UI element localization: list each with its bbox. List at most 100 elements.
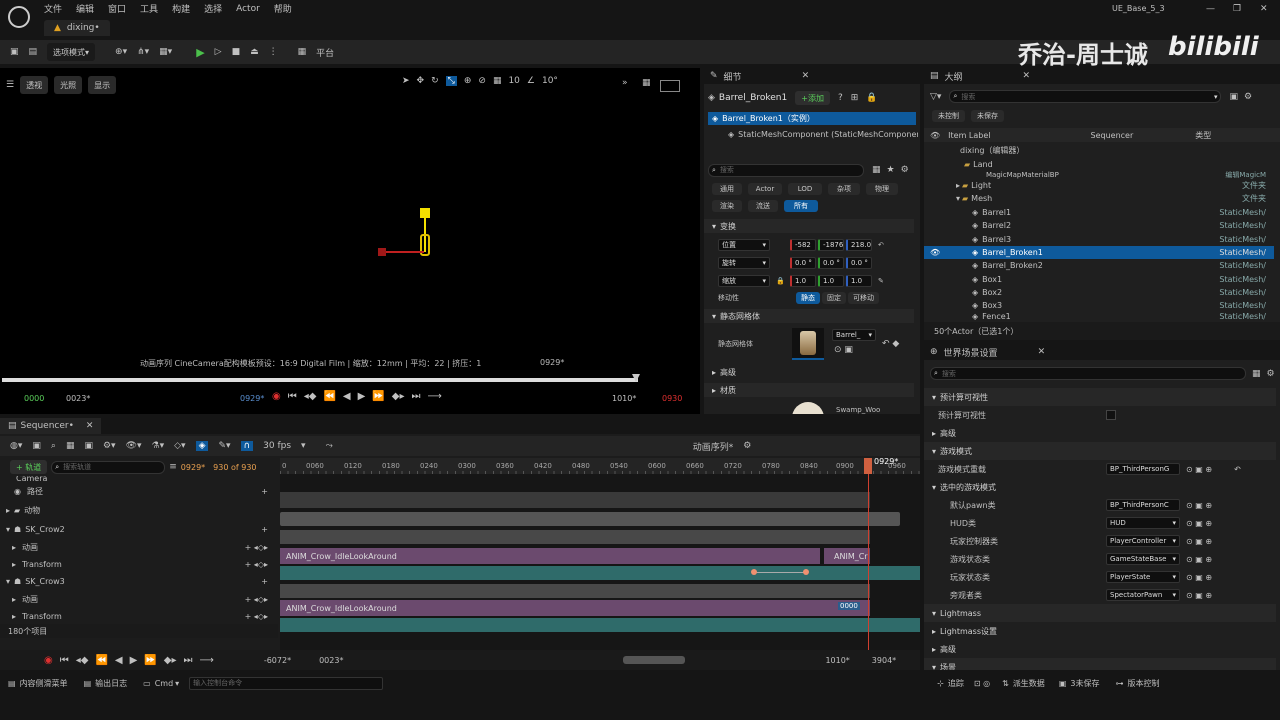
seq-step-back-icon[interactable]: ⏪	[95, 655, 107, 666]
loop-icon[interactable]: ⟶	[427, 391, 441, 402]
track-key-icons[interactable]: + ◂◇▸	[245, 595, 268, 604]
transform-bar-2[interactable]	[280, 618, 920, 632]
timeline-scrollbar[interactable]	[623, 656, 686, 664]
step-forward-icon[interactable]: ⏩	[372, 391, 384, 402]
filter-all[interactable]: 所有	[784, 200, 818, 212]
derived-data-button[interactable]: 派生数据	[1013, 678, 1045, 689]
stop-icon[interactable]: ■	[232, 47, 241, 57]
grid-snap-icon[interactable]: ▦	[493, 76, 502, 86]
add-track-button[interactable]: + 轨道	[10, 460, 48, 474]
controller-dropdown[interactable]: PlayerController ▾	[1106, 535, 1180, 547]
eye-icon[interactable]: 👁	[924, 248, 972, 257]
section-header[interactable]: ▾ Lightmass	[924, 604, 1276, 622]
seq-curve-icon[interactable]: ⤳	[326, 441, 333, 451]
surface-snap-icon[interactable]: ⊘	[478, 76, 486, 86]
playerstate-dropdown[interactable]: PlayerState ▾	[1106, 571, 1180, 583]
seq-to-start-icon[interactable]: ⏮	[60, 655, 69, 666]
time-ruler[interactable]: 0 0060 0120 0180 0240 0300 0360 0420 048…	[280, 458, 920, 474]
track-add-icon[interactable]: +	[261, 487, 268, 496]
status-icons[interactable]: ⊡ ◎	[974, 679, 990, 688]
component-instance[interactable]: ◈ Barrel_Broken1（实例）	[708, 112, 916, 125]
close-window-icon[interactable]: ✕	[1260, 4, 1268, 14]
transform-bar-1[interactable]	[280, 566, 920, 580]
minimize-icon[interactable]: —	[1206, 4, 1215, 14]
crow3-bar[interactable]	[280, 584, 870, 598]
mesh-thumbnail[interactable]	[792, 328, 824, 360]
actor-name[interactable]: Barrel_Broken1	[719, 93, 787, 103]
seq-camera-icon[interactable]: ▣	[84, 441, 93, 451]
tree-row[interactable]: ◈ Box2 StaticMesh/	[924, 286, 1274, 299]
cmd-dropdown[interactable]: Cmd	[155, 679, 173, 688]
row-actions-icon[interactable]: ⊙ ▣ ⊕	[1186, 573, 1212, 582]
platform-label[interactable]: 平台	[316, 46, 334, 59]
tree-row[interactable]: ▰ Land	[924, 157, 1274, 170]
rot-y[interactable]: 0.0 °	[818, 257, 844, 269]
track-filter-icon[interactable]: ≡	[169, 462, 177, 472]
scale-x[interactable]: 1.0	[790, 275, 816, 287]
track-search[interactable]: ⌕ 搜索轨道	[51, 460, 166, 474]
seq-playback-icon[interactable]: ⚙▾	[103, 441, 116, 451]
grid-view-icon[interactable]: ▦	[872, 165, 881, 175]
section-header[interactable]: ▸ 高级	[924, 424, 1276, 442]
camera-options-icon[interactable]	[660, 80, 680, 92]
sequencer-tab[interactable]: ▤ Sequencer• ✕	[0, 418, 102, 434]
unsaved-filter-2[interactable]: 未保存	[971, 110, 1004, 122]
row-actions-icon[interactable]: ⊙ ▣ ⊕	[1186, 465, 1212, 474]
ue-logo-icon[interactable]	[8, 6, 30, 28]
seq-reverse-icon[interactable]: ◀	[115, 655, 123, 666]
loc-x[interactable]: -582	[790, 239, 816, 251]
tree-row[interactable]: ◈ Barrel_Broken2 StaticMesh/	[924, 259, 1274, 272]
viewport-scrubber[interactable]	[2, 378, 638, 382]
vp-current-frame[interactable]: 0929*	[240, 394, 264, 403]
lock-icon[interactable]: 🔒	[866, 93, 877, 103]
col-item-label[interactable]: Item Label	[948, 131, 990, 140]
viewport-menu-icon[interactable]: ☰	[6, 80, 14, 90]
lit-button[interactable]: 光照	[54, 76, 83, 94]
seq-diamond-icon[interactable]: ◇▾	[174, 441, 185, 451]
add-component-button[interactable]: +添加	[795, 91, 830, 105]
add-folder-icon[interactable]: ▣	[1229, 92, 1238, 102]
rot-z[interactable]: 0.0 °	[846, 257, 872, 269]
level-tab[interactable]: ▲ dixing•	[44, 20, 110, 36]
filter-rendering[interactable]: 渲染	[712, 200, 742, 212]
version-control-button[interactable]: 版本控制	[1127, 678, 1159, 689]
blueprint-icon[interactable]: ⋔▾	[137, 47, 149, 57]
step-back-icon[interactable]: ⏪	[323, 391, 335, 402]
tree-row[interactable]: ▸ ▰ Light 文件夹	[924, 179, 1274, 192]
seq-parent-icon[interactable]: ⚙	[743, 441, 751, 451]
track-current-frame[interactable]: 0929*	[181, 463, 205, 472]
move-icon[interactable]: ✥	[417, 76, 425, 86]
mobility-movable[interactable]: 可移动	[848, 292, 879, 304]
record-icon[interactable]: ◉	[272, 391, 281, 402]
keyframe-point[interactable]	[803, 569, 809, 575]
world-close-icon[interactable]: ✕	[1038, 347, 1046, 357]
col-sequencer[interactable]: Sequencer	[1091, 131, 1134, 140]
world-tab[interactable]: 世界场景设置	[944, 346, 998, 359]
expand-icon[interactable]: »	[622, 78, 628, 88]
filter-misc[interactable]: 杂项	[828, 183, 860, 195]
track-key-icons[interactable]: + ◂◇▸	[245, 543, 268, 552]
bottom-sub[interactable]: 0023*	[319, 656, 343, 665]
scale-lock-icon[interactable]: 🔒	[776, 277, 788, 285]
mobility-stationary[interactable]: 固定	[822, 292, 846, 304]
angle-size[interactable]: 10°	[542, 76, 558, 86]
scale-dropdown[interactable]: 缩放 ▾	[718, 275, 770, 287]
browse-icon[interactable]: ⊙ ▣	[834, 345, 853, 355]
world-icon[interactable]: ⊕	[464, 76, 472, 86]
section-header[interactable]: ▸ 高级	[924, 640, 1276, 658]
tree-row[interactable]: MagicMapMaterialBP 编辑MagicM	[924, 171, 1274, 179]
seq-auto-key-icon[interactable]: ◈	[195, 441, 209, 451]
filter-streaming[interactable]: 流送	[748, 200, 778, 212]
seq-next-key-icon[interactable]: ◆▸	[164, 655, 177, 666]
blueprint-add-icon[interactable]: ⊞	[851, 93, 859, 103]
reverse-icon[interactable]: ◀	[343, 391, 351, 402]
checkbox[interactable]	[1106, 410, 1116, 420]
favorite-icon[interactable]: ★	[887, 165, 895, 175]
section-header[interactable]: ▾ 选中的游戏模式	[924, 478, 1276, 496]
tree-row[interactable]: dixing（编辑器）	[924, 144, 1274, 157]
settings-icon[interactable]: ⚙	[901, 165, 909, 175]
menu-actor[interactable]: Actor	[236, 4, 260, 14]
track-row[interactable]: ▸ Transform + ◂◇▸	[0, 608, 278, 624]
mobility-static[interactable]: 静态	[796, 292, 820, 304]
filter-physics[interactable]: 物理	[866, 183, 898, 195]
